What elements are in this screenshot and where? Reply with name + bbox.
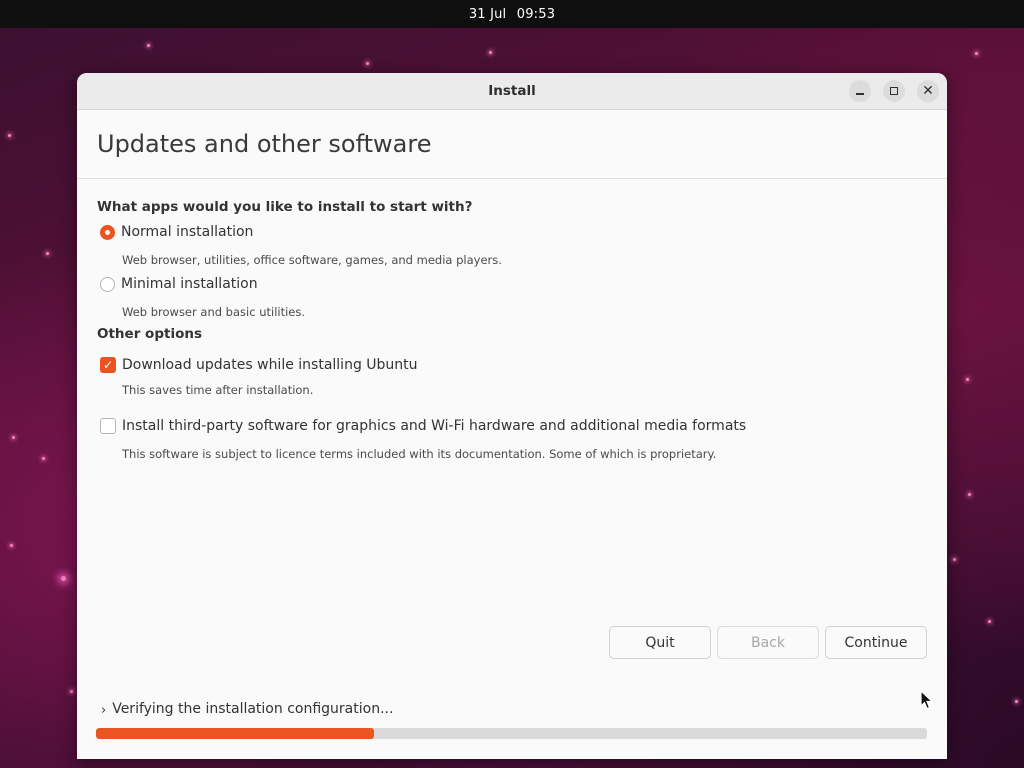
star-decoration [70,690,73,693]
minimal-installation-option[interactable]: Minimal installation [100,276,258,292]
option-description: Web browser and basic utilities. [122,305,306,319]
radio-icon[interactable] [100,276,115,292]
option-label: Normal installation [121,224,254,240]
chevron-right-icon: › [101,703,107,718]
normal-installation-option[interactable]: Normal installation [100,224,253,240]
option-label: Minimal installation [121,276,258,292]
minimize-icon [856,93,864,95]
download-updates-checkbox[interactable]: ✓ Download updates while installing Ubun… [100,357,418,373]
star-decoration [8,134,11,137]
star-decoration [61,576,66,581]
star-decoration [1015,700,1018,703]
window-titlebar[interactable]: Install ✕ [77,73,947,110]
back-button[interactable]: Back [717,626,819,659]
star-decoration [489,51,492,54]
other-options-heading: Other options [97,326,202,342]
star-decoration [42,457,45,460]
star-decoration [988,620,991,623]
maximize-button[interactable] [883,80,905,102]
quit-button[interactable]: Quit [609,626,711,659]
star-decoration [12,436,15,439]
star-decoration [366,62,369,65]
status-text: Verifying the installation configuration… [112,701,394,717]
option-description: Web browser, utilities, office software,… [122,253,502,267]
minimize-button[interactable] [849,80,871,102]
top-bar: 31 Jul 09:53 [0,0,1024,28]
third-party-software-checkbox[interactable]: Install third-party software for graphic… [100,418,746,434]
radio-icon[interactable] [100,224,115,240]
maximize-icon [890,87,898,95]
star-decoration [953,558,956,561]
star-decoration [966,378,969,381]
star-decoration [968,493,971,496]
checkbox-description: This saves time after installation. [122,383,314,397]
star-decoration [975,52,978,55]
page-header: Updates and other software [77,110,947,179]
progress-fill [96,728,375,739]
star-decoration [147,44,150,47]
checkbox-description: This software is subject to licence term… [122,447,717,461]
close-icon: ✕ [922,82,934,99]
star-decoration [10,544,13,547]
checkbox-label: Download updates while installing Ubuntu [122,357,418,373]
install-window: Install ✕ Updates and other software Wha… [77,73,947,759]
close-button[interactable]: ✕ [917,80,939,102]
window-title: Install [488,83,536,99]
clock-time: 09:53 [516,6,556,22]
star-decoration [46,252,49,255]
page-title: Updates and other software [97,130,432,158]
checkbox-icon[interactable] [100,418,116,434]
checkbox-label: Install third-party software for graphic… [122,418,747,434]
progress-bar [96,728,927,739]
apps-question-heading: What apps would you like to install to s… [97,199,473,215]
clock[interactable]: 31 Jul 09:53 [466,7,558,22]
clock-date: 31 Jul [468,6,507,22]
status-expander[interactable]: › Verifying the installation configurati… [101,700,393,718]
checkbox-icon[interactable]: ✓ [100,357,116,373]
continue-button[interactable]: Continue [825,626,927,659]
